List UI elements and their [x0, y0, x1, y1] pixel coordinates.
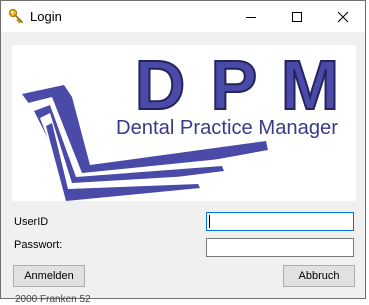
close-button[interactable] — [321, 1, 367, 32]
dpm-logo: D P M Dental Practice Manager — [12, 45, 356, 201]
close-icon — [337, 11, 349, 23]
maximize-button[interactable] — [275, 1, 321, 32]
maximize-icon — [292, 12, 302, 22]
userid-input[interactable] — [206, 212, 354, 231]
key-icon — [8, 8, 24, 24]
logo-letter-p: P — [211, 46, 258, 124]
window-title: Login — [30, 9, 62, 24]
title-bar[interactable]: Login — [1, 1, 365, 32]
userid-label: UserID — [14, 216, 49, 228]
logo-letter-d: D — [135, 46, 186, 124]
background-window-text: 2000 Franken 52 — [15, 294, 91, 305]
minimize-button[interactable] — [229, 1, 275, 32]
logo-letter-m: M — [281, 46, 339, 124]
password-label: Passwort: — [14, 239, 63, 251]
login-button[interactable]: Anmelden — [13, 265, 85, 287]
logo-subtitle: Dental Practice Manager — [116, 117, 338, 139]
minimize-icon — [246, 17, 256, 18]
text-cursor — [209, 215, 210, 228]
cancel-button[interactable]: Abbruch — [283, 265, 355, 287]
login-dialog: Login D P M Dental Practice Manager User… — [0, 0, 366, 305]
password-input[interactable] — [206, 238, 354, 257]
